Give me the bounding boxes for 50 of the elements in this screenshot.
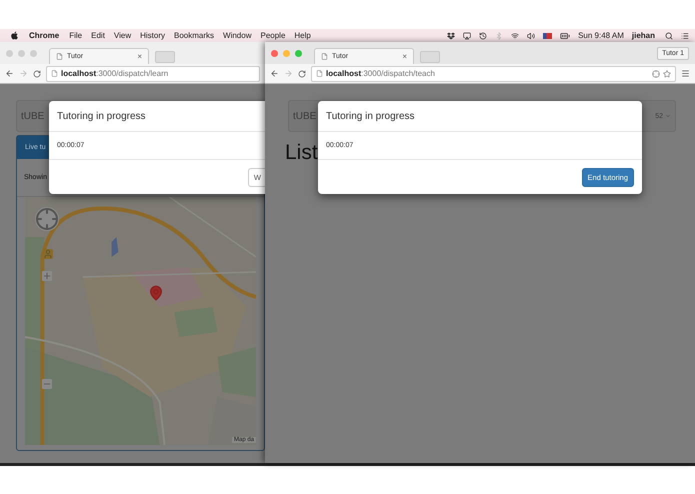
close-icon[interactable]: × xyxy=(137,52,142,61)
close-icon[interactable]: × xyxy=(402,52,407,61)
menu-clock[interactable]: Sun 9:48 AM xyxy=(578,31,624,40)
window-control-icon[interactable] xyxy=(18,50,25,56)
modal-title: Tutoring in progress xyxy=(57,110,146,122)
page-icon xyxy=(321,53,328,60)
window-control-icon[interactable] xyxy=(271,50,278,56)
menu-item[interactable]: Edit xyxy=(91,31,105,40)
apple-logo-icon[interactable] xyxy=(10,31,19,40)
menu-item[interactable]: Help xyxy=(294,31,311,40)
menu-icon[interactable] xyxy=(681,69,690,78)
menu-item[interactable]: People xyxy=(260,31,286,40)
reload-icon[interactable] xyxy=(298,70,306,78)
airplay-icon[interactable] xyxy=(463,32,472,40)
address-bar[interactable]: localhost:3000/dispatch/teach xyxy=(311,66,676,82)
forward-icon[interactable] xyxy=(19,69,28,78)
menu-item[interactable]: History xyxy=(140,31,166,40)
menu-item[interactable]: Bookmarks xyxy=(174,31,214,40)
back-icon[interactable] xyxy=(5,69,14,78)
list-icon[interactable] xyxy=(681,32,689,40)
flag-icon[interactable] xyxy=(543,32,552,38)
forward-icon[interactable] xyxy=(284,69,293,78)
page-heading: List xyxy=(285,141,318,165)
search-icon[interactable] xyxy=(665,32,673,40)
battery-icon[interactable] xyxy=(560,30,570,40)
box-icon[interactable] xyxy=(447,32,456,40)
back-icon[interactable] xyxy=(270,69,279,78)
menu-item[interactable]: Window xyxy=(223,31,252,40)
window-control-icon[interactable] xyxy=(295,50,302,56)
menu-item[interactable]: View xyxy=(114,31,132,40)
volume-icon[interactable] xyxy=(527,32,536,40)
reload-icon[interactable] xyxy=(33,70,41,78)
address-bar[interactable]: localhost:3000/dispatch/learn xyxy=(46,66,260,82)
wifi-icon[interactable] xyxy=(511,32,520,40)
menu-item[interactable]: File xyxy=(69,31,82,40)
person-icon[interactable] xyxy=(43,249,53,259)
menu-item[interactable]: Chrome xyxy=(29,31,60,40)
window-control-icon[interactable] xyxy=(6,50,13,56)
history-icon[interactable] xyxy=(479,32,488,40)
plus-icon xyxy=(42,271,52,281)
zoom-in-button[interactable] xyxy=(42,271,52,281)
zoom-out-button[interactable] xyxy=(42,379,52,389)
modal-title: Tutoring in progress xyxy=(326,110,415,122)
window-control-icon[interactable] xyxy=(283,50,290,56)
window-control-icon[interactable] xyxy=(30,50,37,56)
menu-user[interactable]: jiehan xyxy=(632,31,655,40)
page-icon xyxy=(56,53,63,60)
map-pin-icon[interactable] xyxy=(148,285,164,301)
bluetooth-icon[interactable] xyxy=(495,32,504,40)
caret-icon xyxy=(665,113,671,119)
